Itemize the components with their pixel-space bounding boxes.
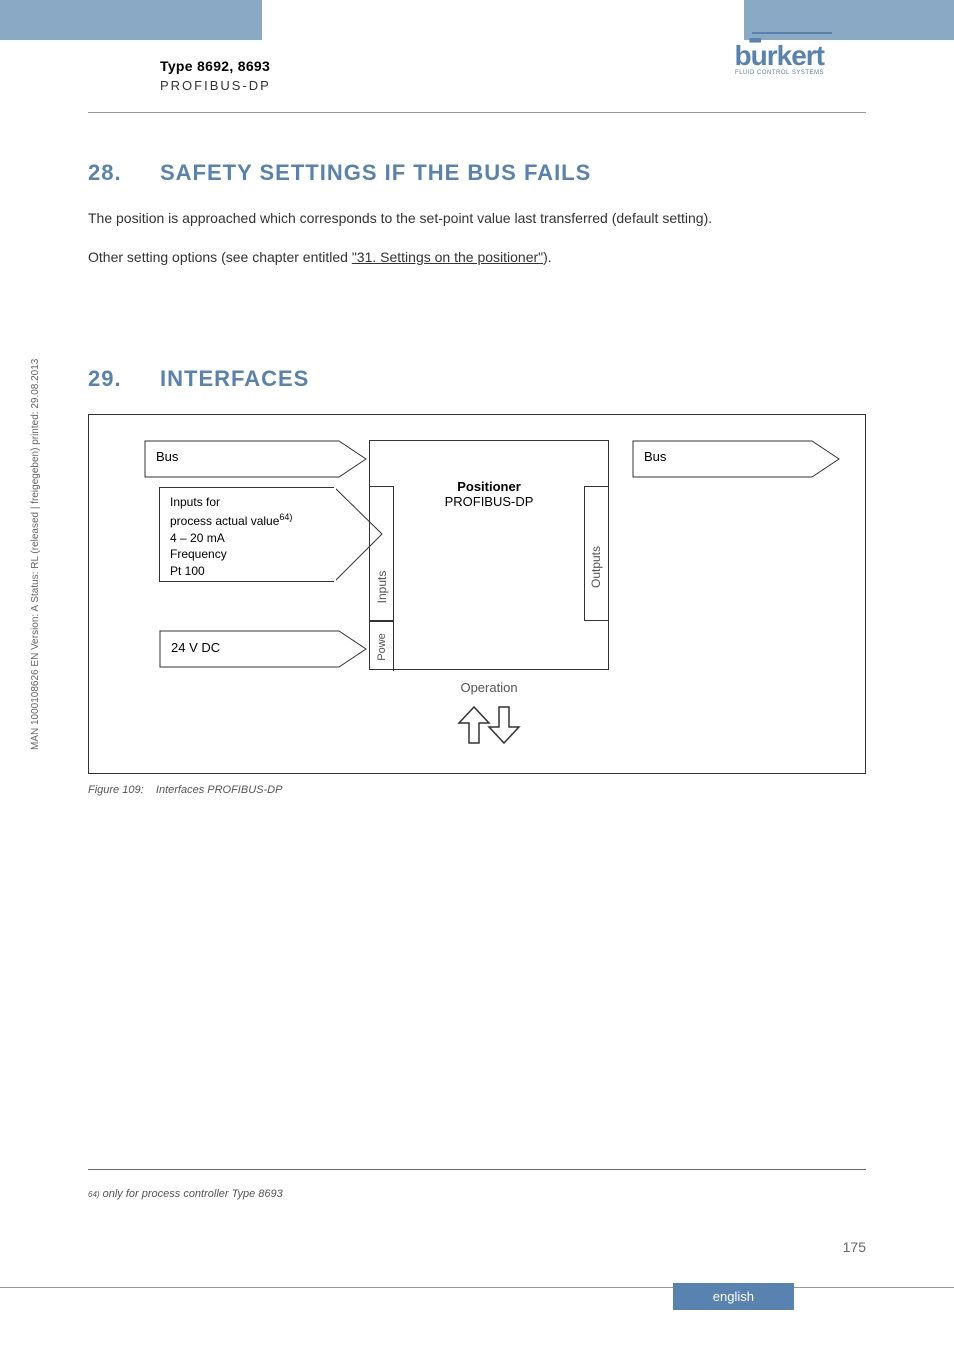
bus-output-shape: Bus [632, 440, 842, 483]
inputs-line5: Pt 100 [170, 563, 324, 580]
inputs-line4: Frequency [170, 546, 324, 563]
operation-arrows [369, 705, 609, 750]
section-29: 29.INTERFACES Bus Inputs for process act… [88, 366, 866, 796]
inputs-line1: Inputs for [170, 494, 324, 511]
dc-input-shape: 24 V DC [159, 630, 369, 673]
main-content: 28.SAFETY SETTINGS IF THE BUS FAILS The … [88, 160, 866, 796]
inputs-port-label: Inputs [375, 570, 389, 603]
type-text: Type 8692, 8693 [160, 58, 271, 74]
logo-text: ▪▪▪▪ burkert [735, 40, 824, 72]
section-29-number: 29. [88, 366, 160, 392]
section-29-title: 29.INTERFACES [88, 366, 866, 392]
header-divider [88, 112, 866, 113]
section-28-title: 28.SAFETY SETTINGS IF THE BUS FAILS [88, 160, 866, 186]
footnote-divider [88, 1169, 866, 1170]
language-tab: english [673, 1283, 794, 1310]
burkert-logo: ▪▪▪▪ burkert FLUID CONTROL SYSTEMS [735, 40, 824, 76]
interfaces-diagram: Bus Inputs for process actual value64) 4… [88, 414, 866, 774]
positioner-text: Positioner PROFIBUS-DP [370, 479, 608, 509]
bus-input-shape: Bus [144, 440, 369, 483]
bus-input-label: Bus [156, 449, 178, 464]
bus-output-label: Bus [644, 449, 666, 464]
power-port: Powe [370, 621, 394, 671]
profibus-text: PROFIBUS-DP [160, 78, 271, 93]
positioner-title: Positioner [370, 479, 608, 494]
dc-input-label: 24 V DC [171, 640, 220, 655]
process-inputs-box: Inputs for process actual value64) 4 – 2… [159, 487, 335, 582]
page-number: 175 [843, 1239, 866, 1255]
section-28-number: 28. [88, 160, 160, 186]
inputs-line3: 4 – 20 mA [170, 530, 324, 547]
top-right-bar [744, 0, 954, 40]
bidirectional-arrows-icon [449, 705, 529, 745]
operation-label: Operation [369, 680, 609, 695]
positioner-subtitle: PROFIBUS-DP [370, 494, 608, 509]
inputs-line2: process actual value64) [170, 511, 324, 530]
footnote: 64) only for process controller Type 869… [88, 1188, 283, 1200]
positioner-block: Inputs Powe Outputs Positioner PROFIBUS-… [369, 440, 609, 670]
section-28-para1: The position is approached which corresp… [88, 208, 866, 229]
document-header: Type 8692, 8693 PROFIBUS-DP [160, 58, 271, 93]
side-metadata: MAN 1000108626 EN Version: A Status: RL … [30, 359, 41, 750]
top-left-bar [0, 0, 262, 40]
bottom-divider [0, 1287, 954, 1288]
figure-caption: Figure 109: Interfaces PROFIBUS-DP [88, 784, 866, 796]
outputs-port-label: Outputs [589, 546, 603, 588]
power-port-label: Powe [376, 633, 388, 661]
section-28-para2: Other setting options (see chapter entit… [88, 247, 866, 268]
